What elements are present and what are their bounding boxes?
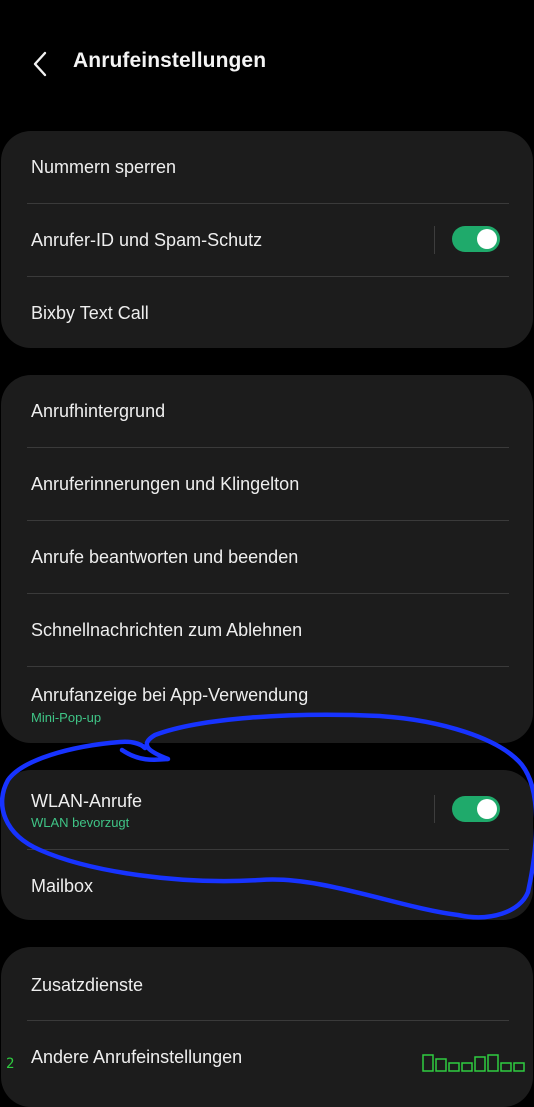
settings-group-wifi-voicemail: WLAN-Anrufe WLAN bevorzugt Mailbox	[1, 770, 533, 920]
settings-group-blocking: Nummern sperren Anrufer-ID und Spam-Schu…	[1, 131, 533, 348]
row-label: Zusatzdienste	[31, 975, 144, 995]
row-answer-end-calls[interactable]: Anrufe beantworten und beenden	[1, 521, 533, 593]
back-button[interactable]	[22, 46, 58, 82]
row-label: Bixby Text Call	[31, 303, 149, 323]
row-label: Schnellnachrichten zum Ablehnen	[31, 620, 303, 640]
row-label: WLAN-Anrufe	[31, 791, 143, 811]
vertical-separator	[434, 226, 435, 254]
chevron-left-icon	[33, 51, 47, 77]
row-call-background[interactable]: Anrufhintergrund	[1, 375, 533, 447]
vertical-separator	[434, 795, 435, 823]
overlay-counter: 2	[6, 1056, 15, 1072]
row-block-numbers[interactable]: Nummern sperren	[1, 131, 533, 203]
row-subtitle: Mini-Pop-up	[31, 710, 102, 725]
row-label: Anrufanzeige bei App-Verwendung	[31, 685, 309, 705]
row-subtitle: WLAN bevorzugt	[31, 815, 130, 830]
row-wifi-calling[interactable]: WLAN-Anrufe WLAN bevorzugt	[1, 770, 533, 848]
row-label: Andere Anrufeinstellungen	[31, 1047, 243, 1067]
settings-group-call-display: Anrufhintergrund Anruferinnerungen und K…	[1, 375, 533, 743]
signal-bars-icon	[422, 1054, 525, 1072]
row-label: Anruferinnerungen und Klingelton	[31, 474, 300, 494]
row-label: Mailbox	[31, 876, 94, 896]
row-bixby-text-call[interactable]: Bixby Text Call	[1, 277, 533, 348]
app-header: Anrufeinstellungen	[0, 30, 534, 96]
page-title: Anrufeinstellungen	[73, 49, 267, 72]
settings-group-more: Zusatzdienste Andere Anrufeinstellungen	[1, 947, 533, 1107]
toggle-knob	[477, 799, 497, 819]
row-voicemail[interactable]: Mailbox	[1, 850, 533, 920]
row-caller-id-spam[interactable]: Anrufer-ID und Spam-Schutz	[1, 204, 533, 276]
row-call-reminders-ringtone[interactable]: Anruferinnerungen und Klingelton	[1, 448, 533, 520]
row-label: Anrufer-ID und Spam-Schutz	[31, 230, 263, 250]
caller-id-toggle[interactable]	[452, 226, 500, 252]
toggle-knob	[477, 229, 497, 249]
wifi-calling-toggle[interactable]	[452, 796, 500, 822]
row-supplementary-services[interactable]: Zusatzdienste	[1, 947, 533, 1020]
row-label: Nummern sperren	[31, 157, 177, 177]
row-call-display-in-app[interactable]: Anrufanzeige bei App-Verwendung Mini-Pop…	[1, 667, 533, 743]
row-quick-decline-messages[interactable]: Schnellnachrichten zum Ablehnen	[1, 594, 533, 666]
row-label: Anrufhintergrund	[31, 401, 166, 421]
row-label: Anrufe beantworten und beenden	[31, 547, 299, 567]
